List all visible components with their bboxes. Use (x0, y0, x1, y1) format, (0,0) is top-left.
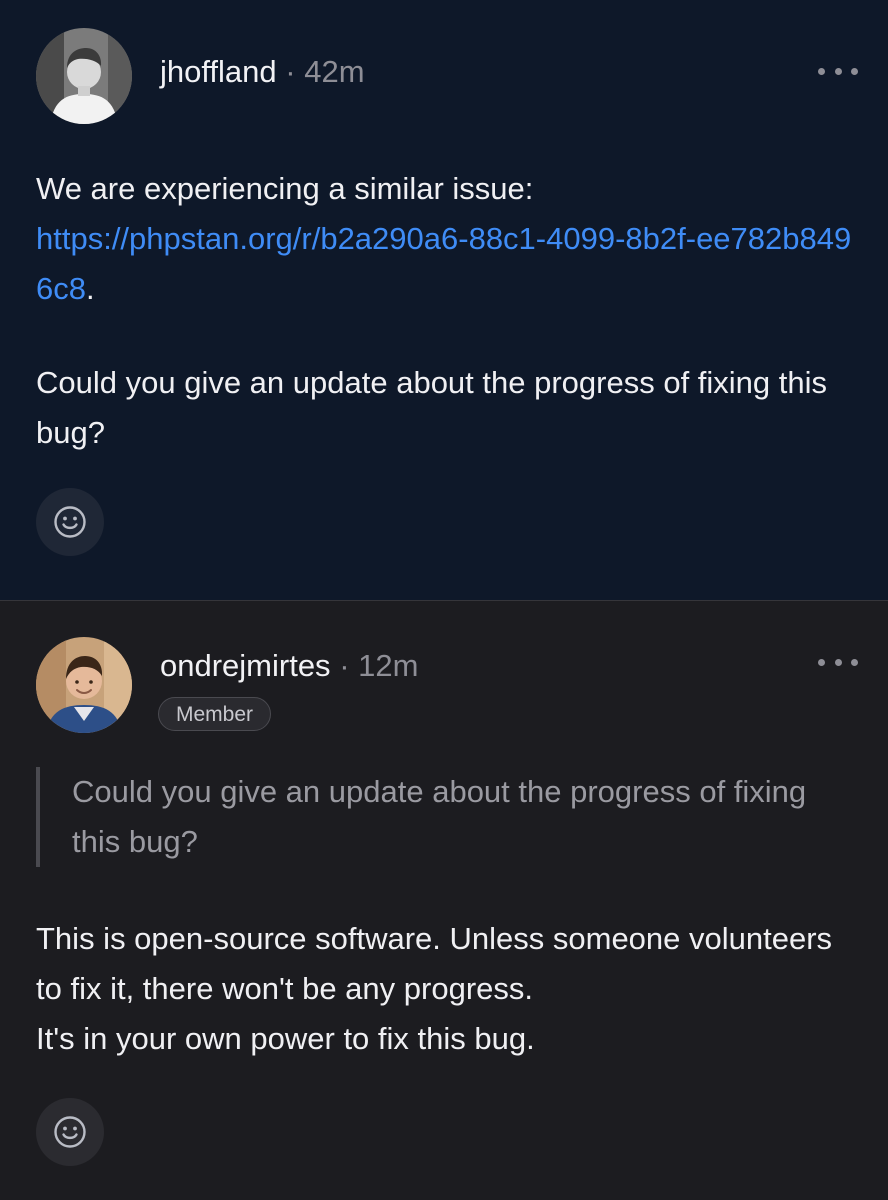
username[interactable]: jhoffland (160, 54, 277, 89)
avatar-jhoffland[interactable] (36, 28, 132, 124)
meta-separator: · (339, 648, 350, 683)
more-options-button[interactable] (818, 61, 858, 81)
smiley-icon (54, 506, 86, 538)
quoted-reply: Could you give an update about the progr… (36, 767, 856, 867)
comment-question: Could you give an update about the progr… (36, 365, 828, 450)
comment-intro: We are experiencing a similar issue: (36, 171, 534, 206)
more-horizontal-icon-dot (851, 67, 858, 75)
avatar-ondrejmirtes-image (36, 637, 132, 733)
comment-meta: jhoffland · 42m (160, 52, 365, 92)
comment-card-jhoffland: jhoffland · 42m We are experiencing a si… (0, 0, 888, 600)
meta-separator: · (285, 54, 296, 89)
issue-link[interactable]: https://phpstan.org/r/b2a290a6-88c1-4099… (36, 221, 851, 306)
comment-meta: ondrejmirtes · 12m (160, 646, 418, 686)
comment-body: We are experiencing a similar issue: htt… (36, 164, 856, 458)
add-reaction-button[interactable] (36, 488, 104, 556)
comment-card-ondrejmirtes: ondrejmirtes · 12m Member Could you give… (0, 600, 888, 1200)
add-reaction-button[interactable] (36, 1098, 104, 1166)
more-options-button[interactable] (818, 652, 858, 672)
comment-body: This is open-source software. Unless som… (36, 914, 856, 1064)
comment-paragraph: We are experiencing a similar issue: htt… (36, 164, 856, 314)
avatar-ondrejmirtes[interactable] (36, 637, 132, 733)
more-horizontal-icon-dot (851, 658, 858, 666)
timestamp[interactable]: 12m (358, 648, 418, 683)
username[interactable]: ondrejmirtes (160, 648, 331, 683)
member-badge: Member (158, 697, 272, 731)
timestamp[interactable]: 42m (304, 54, 364, 89)
more-horizontal-icon-dot (834, 67, 842, 75)
link-suffix: . (85, 271, 95, 306)
more-horizontal-icon (818, 658, 825, 666)
more-horizontal-icon (818, 67, 825, 75)
avatar-jhoffland-image (36, 28, 132, 124)
comment-paragraph-2: It's in your own power to fix this bug. (36, 1021, 535, 1056)
smiley-icon (54, 1116, 86, 1148)
comment-paragraph-1: This is open-source software. Unless som… (36, 921, 833, 1006)
more-horizontal-icon-dot (834, 658, 842, 666)
